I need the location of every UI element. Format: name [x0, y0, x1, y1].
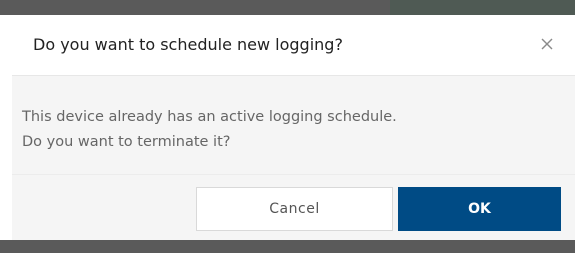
message-line-1: This device already has an active loggin…	[22, 109, 397, 125]
close-button[interactable]	[534, 31, 560, 57]
dialog-footer: Cancel OK	[12, 174, 575, 241]
close-icon	[541, 38, 553, 50]
dialog-header: Do you want to schedule new logging?	[12, 15, 575, 76]
backdrop-bottom	[0, 240, 575, 253]
cancel-button[interactable]: Cancel	[196, 187, 393, 231]
dialog-title: Do you want to schedule new logging?	[33, 35, 343, 54]
backdrop-top	[0, 0, 575, 15]
message-line-2: Do you want to terminate it?	[22, 134, 231, 150]
dialog-body: This device already has an active loggin…	[12, 76, 575, 186]
confirm-dialog: Do you want to schedule new logging? Thi…	[12, 15, 575, 241]
background-strip	[390, 0, 575, 15]
ok-button[interactable]: OK	[398, 187, 561, 231]
